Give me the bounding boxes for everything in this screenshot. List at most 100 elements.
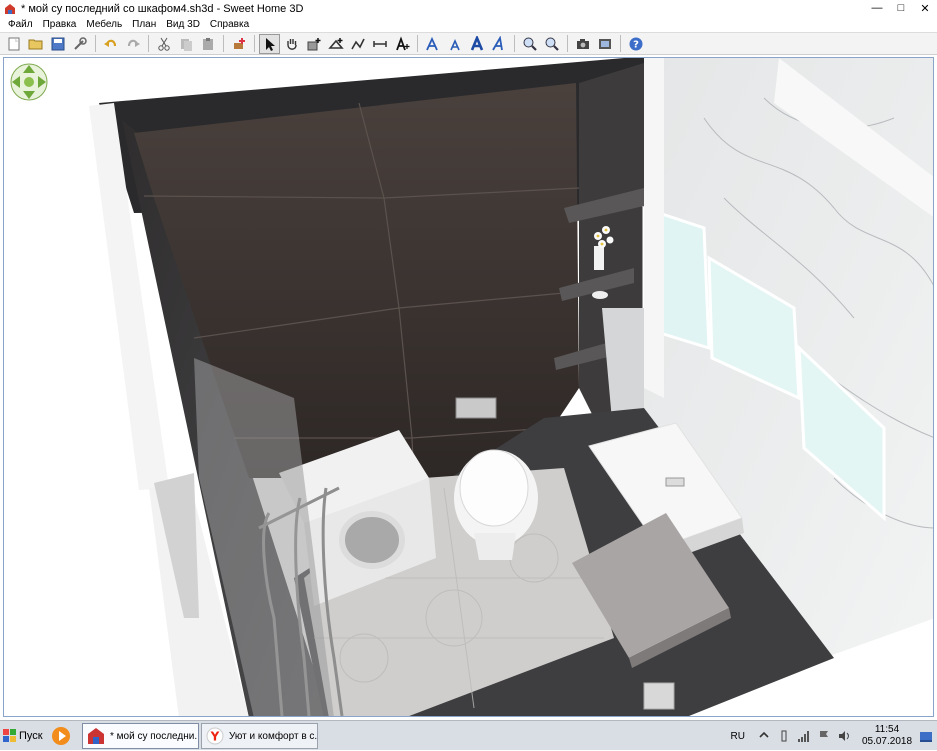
- paste-icon: [202, 37, 213, 50]
- flush-plate: [455, 397, 497, 419]
- flag-icon[interactable]: [817, 729, 831, 743]
- media-player-icon: [52, 727, 70, 745]
- start-button[interactable]: Пуск: [1, 724, 43, 748]
- washing-machine-door: [339, 511, 405, 569]
- create-walls-button[interactable]: [303, 34, 324, 54]
- language-indicator[interactable]: RU: [731, 731, 745, 742]
- pan-icon: [286, 38, 297, 50]
- italic-text-button[interactable]: [488, 34, 509, 54]
- bold-text-button[interactable]: [466, 34, 487, 54]
- minimize-button[interactable]: —: [865, 0, 889, 16]
- menu-plan[interactable]: План: [127, 19, 161, 30]
- cut-button[interactable]: [153, 34, 174, 54]
- faucet: [665, 477, 685, 487]
- taskbar-item-sweet-home-3d[interactable]: * мой су последни...: [82, 723, 199, 749]
- navigation-arrows[interactable]: [9, 62, 49, 102]
- add-furniture-button[interactable]: [228, 34, 249, 54]
- copy-icon: [180, 38, 192, 51]
- increase-text-size-icon: [425, 36, 438, 50]
- network-signal-icon[interactable]: [797, 729, 811, 743]
- create-labels-button[interactable]: [391, 34, 412, 54]
- menu-3d-view[interactable]: Вид 3D: [161, 19, 205, 30]
- new-home-button[interactable]: [3, 34, 24, 54]
- decrease-text-size-button[interactable]: [444, 34, 465, 54]
- floor-drain: [643, 682, 675, 710]
- create-photo-icon: [576, 38, 589, 49]
- clock-date: 05.07.2018: [861, 736, 913, 747]
- create-video-icon: [598, 38, 611, 49]
- menu-furniture[interactable]: Мебель: [81, 19, 127, 30]
- preferences-button[interactable]: [69, 34, 90, 54]
- preferences-icon: [73, 36, 87, 50]
- clock[interactable]: 11:54 05.07.2018: [857, 724, 917, 748]
- create-rooms-button[interactable]: [325, 34, 346, 54]
- new-home-icon: [8, 37, 19, 50]
- svg-text:Y: Y: [210, 730, 220, 744]
- window-controls: — □ ✕: [865, 0, 937, 17]
- paste-button[interactable]: [197, 34, 218, 54]
- zoom-out-button[interactable]: [541, 34, 562, 54]
- open-button[interactable]: [25, 34, 46, 54]
- close-button[interactable]: ✕: [913, 0, 937, 16]
- redo-button[interactable]: [122, 34, 143, 54]
- toolbar-separator: [620, 35, 621, 52]
- bold-text-icon: [470, 35, 483, 50]
- undo-icon: [103, 39, 116, 47]
- select-icon: [265, 37, 275, 51]
- help-button[interactable]: ?: [625, 34, 646, 54]
- toilet-seat: [459, 449, 529, 527]
- create-photo-button[interactable]: [572, 34, 593, 54]
- taskbar-item-label: Уют и комфорт в с...: [229, 730, 318, 742]
- help-icon: ?: [629, 37, 642, 50]
- maximize-button[interactable]: □: [889, 0, 913, 16]
- title-bar: * мой су последний со шкафом4.sh3d - Swe…: [0, 0, 937, 17]
- right-wall-edge: [644, 58, 664, 398]
- decrease-text-size-icon: [449, 38, 460, 50]
- system-tray: RU 11:54 05.07.2018: [731, 721, 937, 751]
- taskbar-item-yandex-browser[interactable]: Y Уют и комфорт в с...: [201, 723, 318, 749]
- show-desktop-icon[interactable]: [919, 729, 933, 743]
- cut-icon: [157, 37, 170, 51]
- menu-bar: Файл Правка Мебель План Вид 3D Справка: [0, 17, 937, 32]
- open-icon: [28, 39, 42, 49]
- windows-logo-icon: [3, 729, 17, 743]
- start-label: Пуск: [19, 730, 43, 742]
- toolbar-separator: [417, 35, 418, 52]
- create-polylines-button[interactable]: [347, 34, 368, 54]
- show-hidden-icons-icon[interactable]: [757, 729, 771, 743]
- sweet-home-3d-icon: [87, 727, 105, 745]
- 3d-view[interactable]: [3, 57, 934, 717]
- create-video-button[interactable]: [594, 34, 615, 54]
- copy-button[interactable]: [175, 34, 196, 54]
- zoom-in-button[interactable]: [519, 34, 540, 54]
- bathroom-3d-render: [4, 58, 933, 716]
- soap-dish: [592, 291, 608, 299]
- undo-button[interactable]: [100, 34, 121, 54]
- taskbar: Пуск * мой су последни... Y Уют и комфор…: [0, 720, 937, 750]
- toolbar: ?: [0, 32, 937, 55]
- pan-button[interactable]: [281, 34, 302, 54]
- zoom-in-icon: [523, 37, 537, 51]
- create-dimensions-button[interactable]: [369, 34, 390, 54]
- volume-icon[interactable]: [837, 729, 851, 743]
- window-title: * мой су последний со шкафом4.sh3d - Swe…: [21, 2, 304, 15]
- menu-file[interactable]: Файл: [3, 19, 38, 30]
- create-rooms-icon: [327, 37, 344, 49]
- usb-device-icon[interactable]: [777, 729, 791, 743]
- toolbar-separator: [567, 35, 568, 52]
- increase-text-size-button[interactable]: [422, 34, 443, 54]
- menu-help[interactable]: Справка: [205, 19, 254, 30]
- navigation-arrows-icon: [10, 63, 48, 101]
- save-icon: [51, 37, 64, 50]
- toolbar-separator: [254, 35, 255, 52]
- menu-edit[interactable]: Правка: [38, 19, 82, 30]
- save-button[interactable]: [47, 34, 68, 54]
- svg-text:?: ?: [633, 39, 639, 50]
- media-player-launcher[interactable]: [48, 724, 74, 748]
- sweet-home-3d-app-icon: [4, 3, 16, 15]
- taskbar-item-label: * мой су последни...: [110, 730, 199, 742]
- redo-icon: [127, 39, 140, 47]
- italic-text-icon: [491, 35, 503, 50]
- toolbar-separator: [148, 35, 149, 52]
- select-button[interactable]: [259, 33, 280, 54]
